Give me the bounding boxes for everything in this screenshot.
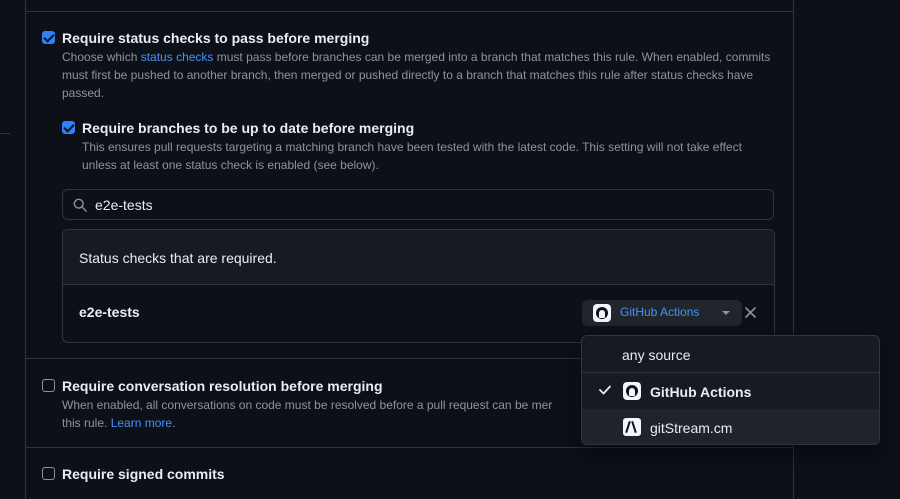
check-source-label: GitHub Actions bbox=[620, 305, 700, 319]
required-check-name: e2e-tests bbox=[79, 304, 140, 320]
status-checks-title: Require status checks to pass before mer… bbox=[62, 30, 370, 46]
search-input[interactable] bbox=[95, 190, 755, 219]
github-icon bbox=[593, 304, 611, 322]
status-check-search[interactable] bbox=[62, 189, 774, 220]
check-icon bbox=[599, 385, 611, 395]
chevron-down-icon bbox=[722, 311, 730, 315]
conversation-resolution-title: Require conversation resolution before m… bbox=[62, 378, 383, 394]
section-divider bbox=[25, 447, 793, 448]
up-to-date-title: Require branches to be up to date before… bbox=[82, 120, 415, 136]
required-checks-header: Status checks that are required. bbox=[63, 230, 774, 285]
page-divider bbox=[0, 133, 10, 134]
learn-more-link[interactable]: Learn more bbox=[111, 416, 172, 430]
github-icon bbox=[623, 382, 641, 400]
status-checks-checkbox[interactable] bbox=[42, 31, 55, 44]
status-checks-link[interactable]: status checks bbox=[141, 50, 214, 64]
signed-commits-checkbox[interactable] bbox=[42, 467, 55, 480]
signed-commits-title: Require signed commits bbox=[62, 466, 225, 482]
status-checks-description: Choose which status checks must pass bef… bbox=[62, 50, 771, 100]
check-source-dropdown[interactable]: GitHub Actions bbox=[582, 300, 742, 326]
menu-item-gitstream[interactable]: gitStream.cm bbox=[582, 409, 879, 444]
up-to-date-description: This ensures pull requests targeting a m… bbox=[82, 140, 742, 172]
conversation-resolution-description: When enabled, all conversations on code … bbox=[62, 398, 553, 430]
gitstream-icon bbox=[623, 418, 641, 436]
up-to-date-checkbox[interactable] bbox=[62, 121, 75, 134]
panel-top-border bbox=[25, 11, 793, 12]
menu-item-github-actions[interactable]: GitHub Actions bbox=[582, 373, 879, 409]
search-icon bbox=[73, 198, 87, 212]
check-source-menu: any source GitHub Actions gitStream.cm bbox=[581, 335, 880, 445]
menu-item-any-source[interactable]: any source bbox=[582, 336, 879, 372]
required-checks-header-text: Status checks that are required. bbox=[79, 250, 277, 266]
conversation-resolution-checkbox[interactable] bbox=[42, 379, 55, 392]
remove-check-icon[interactable] bbox=[745, 307, 756, 318]
